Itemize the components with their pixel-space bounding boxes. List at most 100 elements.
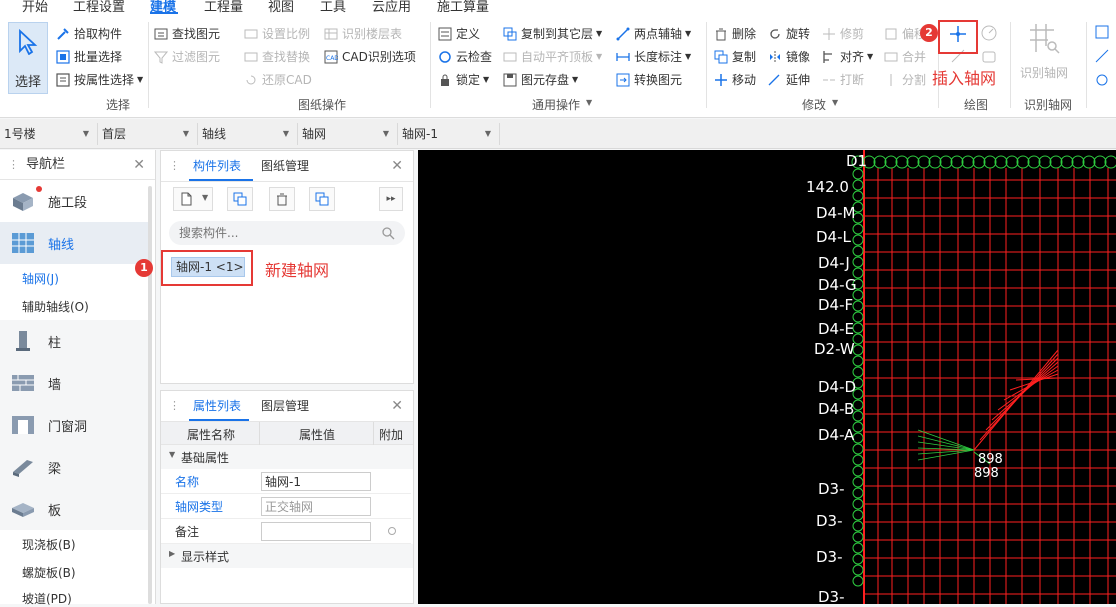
nav-sub-aux-axis[interactable]: 辅助轴线(O) — [22, 298, 89, 315]
nav-sub-spiral-slab[interactable]: 螺旋板(B) — [22, 564, 76, 581]
nav-sub-ramp[interactable]: 坡道(PD) — [22, 590, 72, 607]
close-icon[interactable]: ✕ — [133, 150, 145, 180]
nav-sub-cast-slab[interactable]: 现浇板(B) — [22, 536, 76, 553]
nav-item-beam[interactable]: 梁 — [0, 446, 148, 488]
property-name-input[interactable] — [261, 472, 371, 491]
length-mark-button[interactable]: 长度标注 ▼ — [616, 47, 691, 67]
copy-component-button[interactable] — [227, 187, 253, 211]
mirror-button[interactable]: 镜像 — [768, 47, 810, 67]
floor-select[interactable]: 首层 ▼ — [98, 123, 198, 145]
recognize-floor-table-button[interactable]: 识别楼层表 — [324, 24, 402, 44]
menu-quantity[interactable]: 工程量 — [204, 0, 243, 14]
break-button[interactable]: 打断 — [822, 70, 864, 90]
axis-label: 142.0 — [806, 178, 849, 196]
tab-drawing-management[interactable]: 图纸管理 — [261, 151, 309, 181]
menu-cloud[interactable]: 云应用 — [372, 0, 411, 14]
trim-button[interactable]: 修剪 — [822, 24, 864, 44]
menu-construction[interactable]: 施工算量 — [437, 0, 489, 14]
two-point-axis-button[interactable]: 两点辅轴 ▼ — [616, 24, 691, 44]
extra-tool-icon[interactable] — [1094, 24, 1110, 40]
rect-draw-icon[interactable] — [982, 50, 996, 64]
layer-copy-icon — [315, 192, 329, 206]
move-button[interactable]: 移动 — [714, 70, 756, 90]
property-list-panel: ⋮ 属性列表 图层管理 ✕ 属性名称 属性值 附加 ▼ 基础属性 名称 轴网类型… — [160, 390, 414, 604]
split-button[interactable]: 分割 — [884, 70, 926, 90]
restore-cad-button[interactable]: 还原CAD — [244, 70, 312, 90]
split-icon — [890, 74, 892, 86]
tab-property-list[interactable]: 属性列表 — [193, 391, 241, 421]
lock-button[interactable]: 锁定 ▼ — [438, 70, 489, 90]
building-select[interactable]: 1号楼 ▼ — [0, 123, 98, 145]
find-element-button[interactable]: 查找图元 — [154, 24, 220, 44]
recognize-axis-button[interactable]: 识别轴网 — [1016, 20, 1072, 86]
property-table-header: 属性名称 属性值 附加 — [161, 421, 413, 446]
component-search-input[interactable] — [179, 224, 369, 242]
extra-tool-icon[interactable] — [1094, 72, 1110, 88]
attr-select-icon — [56, 73, 70, 87]
layer-copy-button[interactable] — [309, 187, 335, 211]
axis-label: D4-J — [818, 254, 850, 272]
axis-label: D1 — [846, 152, 868, 170]
select-by-attr-button[interactable]: 按属性选择 ▼ — [56, 70, 143, 90]
section-basic-attrs[interactable]: ▼ 基础属性 — [161, 445, 413, 469]
auto-flat-top-button[interactable]: 自动平齐顶板 ▼ — [503, 47, 602, 67]
pick-component-button[interactable]: 拾取构件 — [56, 24, 122, 44]
dropdown-arrow-icon: ▼ — [867, 52, 874, 61]
nav-item-slab[interactable]: 板 — [0, 488, 148, 530]
nav-item-axis[interactable]: 轴线 — [0, 222, 148, 264]
nav-sub-axis-grid[interactable]: 轴网(J) — [22, 270, 59, 287]
search-icon[interactable] — [381, 226, 395, 240]
section-display-style[interactable]: ▶ 显示样式 — [161, 544, 413, 568]
tab-layer-management[interactable]: 图层管理 — [261, 391, 309, 421]
merge-button[interactable]: 合并 — [884, 47, 926, 67]
menu-tools[interactable]: 工具 — [320, 0, 346, 14]
point-angle-icon[interactable] — [980, 24, 998, 42]
category-select[interactable]: 轴线 ▼ — [198, 123, 298, 145]
select-button[interactable]: 选择 — [8, 22, 48, 94]
close-icon[interactable]: ✕ — [391, 399, 403, 413]
rotate-button[interactable]: 旋转 — [768, 24, 810, 44]
align-button[interactable]: 对齐 ▼ — [822, 47, 873, 67]
nav-item-door-window[interactable]: 门窗洞 — [0, 404, 148, 446]
element-save-button[interactable]: 图元存盘 ▼ — [503, 70, 578, 90]
cad-drawing-canvas[interactable]: D1 142.0 D4-M D4-L D4-J D4-G D4-F D4-E D… — [418, 150, 1116, 604]
copy-to-layer-button[interactable]: 复制到其它层 ▼ — [503, 24, 602, 44]
extend-button[interactable]: 延伸 — [768, 70, 810, 90]
nav-item-column[interactable]: 柱 — [0, 320, 148, 362]
drag-handle-icon[interactable]: ⋮ — [8, 150, 19, 180]
set-scale-button[interactable]: 设置比例 — [244, 24, 310, 44]
axis-bubble — [852, 410, 864, 422]
expand-button[interactable]: ▸▸ — [379, 187, 403, 211]
ribbon-separator — [430, 22, 431, 108]
nav-item-wall[interactable]: 墙 — [0, 362, 148, 404]
batch-select-button[interactable]: 批量选择 — [56, 47, 122, 67]
checkbox-circle-icon[interactable] — [388, 527, 396, 535]
menu-project-settings[interactable]: 工程设置 — [73, 0, 125, 14]
close-icon[interactable]: ✕ — [391, 159, 403, 173]
dropdown-arrow-icon: ▼ — [382, 129, 389, 138]
new-component-button[interactable]: ▼ — [173, 187, 213, 211]
drag-handle-icon[interactable]: ⋮ — [169, 159, 180, 172]
nav-scrollbar[interactable] — [148, 186, 152, 604]
type-select[interactable]: 轴网 ▼ — [298, 123, 398, 145]
copy-button[interactable]: 复制 — [714, 47, 756, 67]
delete-button[interactable]: 删除 — [714, 24, 756, 44]
tab-component-list[interactable]: 构件列表 — [193, 151, 241, 181]
nav-item-construction-section[interactable]: 施工段 — [0, 180, 148, 222]
extra-tool-icon[interactable] — [1094, 48, 1110, 64]
menu-start[interactable]: 开始 — [22, 0, 48, 14]
property-note-input[interactable] — [261, 522, 371, 541]
define-button[interactable]: 定义 — [438, 24, 480, 44]
find-replace-button[interactable]: 查找替换 — [244, 47, 310, 67]
axis-bubble — [852, 564, 864, 576]
cloud-check-button[interactable]: 云检查 — [438, 47, 492, 67]
cad-options-button[interactable]: CAD CAD识别选项 — [324, 47, 416, 67]
filter-element-button[interactable]: 过滤图元 — [154, 47, 220, 67]
menu-view[interactable]: 视图 — [268, 0, 294, 14]
component-select[interactable]: 轴网-1 ▼ — [398, 123, 500, 145]
annotation-insert-axis: 插入轴网 — [932, 69, 997, 88]
convert-element-button[interactable]: 转换图元 — [616, 70, 682, 90]
drag-handle-icon[interactable]: ⋮ — [169, 399, 180, 412]
delete-component-button[interactable] — [269, 187, 295, 211]
property-axis-type-input[interactable] — [261, 497, 371, 516]
